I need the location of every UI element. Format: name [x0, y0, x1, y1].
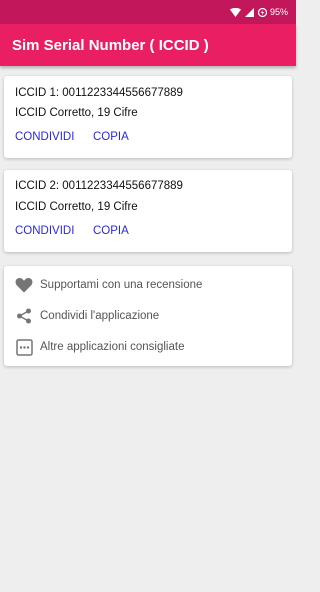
iccid-status: ICCID Corretto, 19 Cifre	[15, 107, 138, 119]
share-icon	[14, 306, 34, 326]
menu-item-more-apps[interactable]: Altre applicazioni consigliate	[4, 332, 292, 362]
menu-item-review[interactable]: Supportami con una recensione	[4, 270, 292, 300]
share-button[interactable]: CONDIVIDI	[15, 131, 74, 143]
copy-button[interactable]: COPIA	[93, 225, 129, 237]
app-bar: Sim Serial Number ( ICCID )	[0, 24, 296, 66]
app-title: Sim Serial Number ( ICCID )	[12, 36, 209, 54]
heart-icon	[14, 275, 34, 295]
menu-card: Supportami con una recensione Condividi …	[4, 266, 292, 366]
iccid-value: ICCID 1: 0011223344556677889	[15, 87, 183, 99]
iccid-status: ICCID Corretto, 19 Cifre	[15, 201, 138, 213]
signal-icon	[244, 7, 254, 17]
menu-item-label: Condividi l'applicazione	[40, 310, 160, 322]
sim-card-1: ICCID 1: 0011223344556677889 ICCID Corre…	[4, 76, 292, 158]
menu-item-label: Altre applicazioni consigliate	[40, 341, 185, 353]
menu-item-label: Supportami con una recensione	[40, 279, 203, 291]
copy-button[interactable]: COPIA	[93, 131, 129, 143]
iccid-value: ICCID 2: 0011223344556677889	[15, 180, 183, 192]
status-bar: 95%	[0, 0, 296, 24]
wifi-icon	[229, 7, 241, 17]
battery-percent: 95%	[269, 7, 288, 17]
more-apps-icon	[14, 337, 34, 357]
sim-card-2: ICCID 2: 0011223344556677889 ICCID Corre…	[4, 170, 292, 252]
menu-item-share-app[interactable]: Condividi l'applicazione	[4, 301, 292, 331]
battery-icon	[257, 7, 267, 17]
share-button[interactable]: CONDIVIDI	[15, 225, 74, 237]
